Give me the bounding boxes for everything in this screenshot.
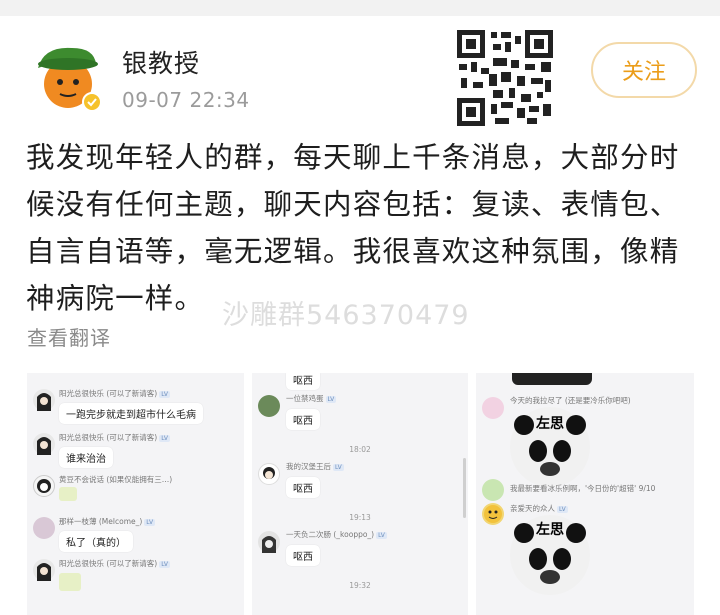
- chat-avatar: [258, 395, 280, 417]
- meme-caption: 左思: [536, 522, 564, 538]
- chat-time: 19:13: [349, 513, 371, 522]
- chat-bubble: 呕西: [286, 545, 320, 566]
- avatar-illustration: [38, 47, 102, 112]
- verified-icon: [82, 92, 102, 112]
- chat-avatar: [33, 389, 55, 411]
- chat-avatar: [33, 517, 55, 539]
- chat-sender: 我最新要看冰乐例啊，'今日份的'超错' 9/10: [510, 484, 656, 493]
- chat-time: 18:02: [349, 445, 371, 454]
- chat-avatar: [33, 433, 55, 455]
- chat-sender: 那样一枝薄 (Melcome_) LV: [59, 517, 156, 526]
- chat-avatar: [33, 559, 55, 581]
- post-timestamp: 09-07 22:34: [122, 88, 250, 112]
- chat-screenshot-2[interactable]: 呕西 一位禁鸡蛋 LV 呕西 18:02 我的汉堡王后 LV 呕西 19:13 一天…: [252, 373, 468, 615]
- chat-sender: 我的汉堡王后 LV: [286, 462, 344, 471]
- chat-bubble: 一跑完步就走到超市什么毛病: [59, 403, 203, 424]
- scrollbar[interactable]: [463, 458, 466, 518]
- chat-sender: 今天的我拉尽了 (还是要冷乐你吧吧): [510, 396, 631, 405]
- chat-bubble: 谁来治治: [59, 447, 113, 468]
- chat-sender: 亲爱天的众人 LV: [510, 504, 568, 513]
- chat-avatar: [482, 503, 504, 525]
- chat-sender: 一位禁鸡蛋 LV: [286, 394, 337, 403]
- chat-sender: 一天负二次肠 (_kooppo_) LV: [286, 530, 387, 539]
- chat-avatar: [258, 463, 280, 485]
- chat-avatar: [482, 397, 504, 419]
- post-line: 我发现年轻人的群，每天聊上千条消息，大部分时: [26, 141, 680, 174]
- sticker-icon: [59, 573, 81, 591]
- qr-code-icon: [455, 28, 555, 128]
- chat-sender: 阳光总很快乐 (可以了新请客) LV: [59, 433, 171, 442]
- chat-bubble: 呕西: [286, 409, 320, 430]
- chat-bubble: 呕西: [286, 373, 320, 390]
- translate-link[interactable]: 查看翻译: [27, 322, 111, 351]
- follow-button[interactable]: 关注: [591, 42, 697, 98]
- post-line: 候没有任何主题，聊天内容包括：复读、表情包、: [26, 188, 680, 221]
- chat-avatar: [258, 531, 280, 553]
- chat-avatar: [482, 479, 504, 501]
- post-line: 自言自语等，毫无逻辑。我很喜欢这种氛围，像精: [26, 235, 680, 268]
- meme-image-cropped: [512, 373, 592, 385]
- meme-caption: 左思: [536, 416, 564, 432]
- chat-screenshot-1[interactable]: 阳光总很快乐 (可以了新请客) LV 一跑完步就走到超市什么毛病 阳光总很快乐 (…: [27, 373, 244, 615]
- chat-avatar: [33, 475, 55, 497]
- sticker-icon: [59, 487, 77, 501]
- chat-bubble: 呕西: [286, 477, 320, 498]
- author-name[interactable]: 银教授: [122, 44, 200, 80]
- chat-sender: 黄豆不会说话 (如果仅能拥有三…): [59, 475, 173, 484]
- chat-bubble: 私了（真的）: [59, 531, 133, 552]
- chat-sender: 阳光总很快乐 (可以了新请客) LV: [59, 389, 171, 398]
- top-strip: [0, 0, 720, 16]
- watermark: 沙雕群546370479: [222, 300, 470, 331]
- chat-screenshot-3[interactable]: 今天的我拉尽了 (还是要冷乐你吧吧) 左思 我最新要看冰乐例啊，'今日份的'超错…: [476, 373, 694, 615]
- chat-sender: 阳光总很快乐 (可以了新请客) LV: [59, 559, 171, 568]
- chat-time: 19:32: [349, 581, 371, 590]
- author-avatar[interactable]: [34, 40, 106, 112]
